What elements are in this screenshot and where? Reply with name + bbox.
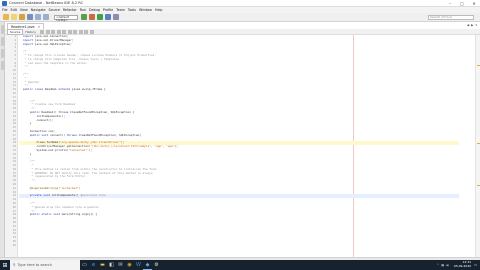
edge-browser-icon[interactable]: e [89,260,98,270]
taskbar-clock[interactable]: 12:31 03-09-2020 [454,261,471,268]
minimize-button[interactable]: – [444,0,456,7]
build-icon[interactable] [81,14,87,20]
history-view-button[interactable]: History [25,30,36,34]
windows-taskbar: ⊞ ⚲ Type here to search ▭ e ▬ ◧ ✉ ◉ W ◆ … [0,260,480,270]
menu-file[interactable]: File [2,8,8,12]
find-icon[interactable] [51,29,55,34]
taskbar-search-input[interactable]: ⚲ Type here to search [10,260,80,270]
clock-date: 03-09-2020 [453,264,472,268]
line-number: 56 [12,243,16,247]
menu-help[interactable]: Help [155,8,163,12]
menu-window[interactable]: Window [139,8,152,12]
chrome-icon[interactable]: ◉ [125,260,134,270]
menu-source[interactable]: Source [49,8,60,12]
close-tab-icon[interactable]: ✕ [38,25,41,29]
new-project-icon[interactable] [3,14,9,20]
shift-left-icon[interactable] [67,29,72,34]
line-number-gutter: 1 2 3 4 5 6 7 8 9 10 11 12 13 14 15 16 17 18 19 20 21 22 23 24 2… [5,35,18,257]
windows-start-icon[interactable]: ⊞ [0,260,10,270]
profile-icon[interactable] [113,14,119,20]
netbeans-taskbar-icon[interactable]: ◆ [143,260,152,270]
code-line: public static void main(String args[]) { [29,212,98,217]
error-stripe[interactable] [475,35,480,257]
new-file-icon[interactable] [11,14,17,20]
debug-icon[interactable] [105,14,111,20]
menu-navigate[interactable]: Navigate [31,8,46,12]
network-icon[interactable]: ▤ [441,263,444,267]
open-project-icon[interactable] [19,14,25,20]
services-panel-tab[interactable] [1,49,4,58]
system-tray: ⌃ ▤ ◂) 12:31 03-09-2020 ▭ [437,260,477,270]
run-icon[interactable] [97,14,103,20]
uncomment-icon[interactable] [89,29,94,34]
tab-navigation: ◀ ▶ ▾ [465,23,477,27]
undo-icon[interactable] [35,14,41,20]
files-panel-tab[interactable] [1,37,4,46]
toggle-highlight-icon[interactable] [56,29,61,34]
window-controls: – ▢ ✕ [444,0,480,7]
menu-team[interactable]: Team [116,8,125,12]
show-opened-documents-icon[interactable]: ▾ [475,23,477,27]
menu-debug[interactable]: Debug [89,8,100,12]
menu-run[interactable]: Run [80,8,86,12]
toggle-bookmark-icon[interactable] [62,29,66,34]
menu-edit[interactable]: Edit [11,8,17,12]
tray-chevron-icon[interactable]: ⌃ [437,263,440,267]
netbeans-logo-icon [2,0,7,6]
navigator-panel-tab[interactable] [1,61,4,70]
toolbar-search-input[interactable]: Search (Ctrl+I) [428,15,474,20]
redo-icon[interactable] [43,14,49,20]
volume-icon[interactable]: ◂) [446,263,449,267]
task-view-icon[interactable]: ▭ [80,260,89,270]
maximize-button[interactable]: ▢ [456,0,468,7]
window-title: Connect Database - NetBeans IDE 8.2 RC [9,1,84,5]
menu-tools[interactable]: Tools [128,8,136,12]
scroll-right-icon[interactable]: ▶ [471,23,473,27]
menu-refactor[interactable]: Refactor [63,8,77,12]
projects-panel-tab[interactable] [1,25,4,34]
code-area[interactable]: import java.sql.Connection; import java.… [19,34,459,257]
file-explorer-icon[interactable]: ▬ [98,260,107,270]
menu-profile[interactable]: Profile [103,8,113,12]
search-icon: ⚲ [13,263,16,267]
forward-icon[interactable] [45,29,50,34]
code-editor: Readme1.java ✕ ◀ ▶ ▾ Source History 1234… [5,22,480,257]
record-macro-icon[interactable] [78,29,83,34]
close-window-button[interactable]: ✕ [468,0,480,7]
comment-icon[interactable] [84,29,88,34]
scroll-left-icon[interactable]: ◀ [467,23,469,27]
menu-view[interactable]: View [20,8,28,12]
back-icon[interactable] [40,29,44,34]
notifications-icon[interactable]: ▭ [474,263,477,267]
save-all-icon[interactable] [27,14,33,20]
store-icon[interactable]: ◧ [107,260,116,270]
mail-icon[interactable]: ✉ [116,260,125,270]
word-icon[interactable]: W [134,260,143,270]
title-bar: Connect Database - NetBeans IDE 8.2 RC –… [0,0,480,7]
source-view-button[interactable]: Source [7,28,24,35]
settings-icon[interactable]: ⚙ [152,260,161,270]
main-toolbar: <default config> Search (Ctrl+I) [0,13,480,22]
config-dropdown[interactable]: <default config> [54,14,78,21]
shift-right-icon[interactable] [73,29,77,34]
taskbar-search-placeholder: Type here to search [17,263,52,267]
clean-build-icon[interactable] [89,14,95,20]
